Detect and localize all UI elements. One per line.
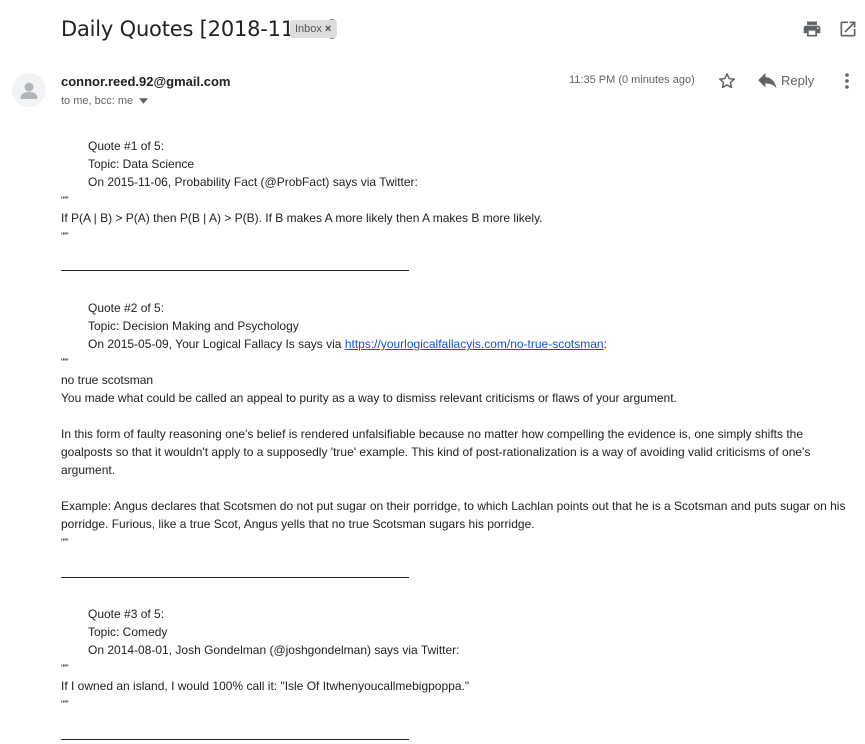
open-in-new-window-icon[interactable]: [838, 19, 858, 39]
recipients-text: to me, bcc: me: [61, 95, 134, 107]
quote-open-mark: """: [61, 663, 69, 673]
reply-icon: [758, 72, 777, 89]
quote-1-text: If P(A | B) > P(A) then P(B | A) > P(B).…: [61, 211, 543, 225]
divider-line: [61, 270, 409, 271]
quote-2-source: On 2015-05-09, Your Logical Fallacy Is s…: [88, 335, 607, 353]
source-prefix: On 2015-05-09, Your Logical Fallacy Is s…: [88, 337, 345, 351]
label-text: Inbox: [295, 23, 322, 35]
reply-button[interactable]: Reply: [757, 72, 814, 90]
quote-open-mark: """: [61, 195, 69, 205]
sender-email[interactable]: connor.reed.92@gmail.com: [61, 74, 230, 89]
remove-label-icon[interactable]: ×: [325, 23, 331, 35]
quote-1-source: On 2015-11-06, Probability Fact (@ProbFa…: [88, 175, 418, 189]
quote-2-line: argument.: [61, 463, 116, 477]
chevron-down-icon[interactable]: [139, 95, 149, 107]
message-time: 11:35 PM (0 minutes ago): [569, 74, 695, 86]
divider-line: [61, 739, 409, 740]
inbox-label-badge[interactable]: Inbox ×: [290, 20, 338, 38]
quote-open-mark: """: [61, 357, 69, 367]
quote-3-source: On 2014-08-01, Josh Gondelman (@joshgond…: [88, 643, 460, 657]
more-vertical-icon[interactable]: [838, 71, 856, 91]
quote-3-header: Quote #3 of 5:: [88, 607, 165, 621]
sender-avatar[interactable]: [12, 73, 46, 107]
quote-1-topic: Topic: Data Science: [88, 157, 195, 171]
quote-3-topic: Topic: Comedy: [88, 625, 168, 639]
avatar-person-icon: [20, 82, 38, 99]
quote-3-text: If I owned an island, I would 100% call …: [61, 679, 470, 693]
source-suffix: :: [603, 337, 607, 351]
quote-2-line: You made what could be called an appeal …: [61, 391, 677, 405]
star-icon[interactable]: [717, 71, 737, 91]
divider-line: [61, 577, 409, 578]
quote-2-line: goalposts so that it wouldn't apply to a…: [61, 445, 811, 459]
quote-2-topic: Topic: Decision Making and Psychology: [88, 319, 299, 333]
quote-2-header: Quote #2 of 5:: [88, 301, 165, 315]
recipients-line[interactable]: to me, bcc: me: [61, 95, 149, 107]
quote-close-mark: """: [61, 699, 69, 709]
print-icon[interactable]: [802, 19, 822, 39]
quote-2-line: porridge. Furious, like a true Scot, Ang…: [61, 517, 535, 531]
source-link[interactable]: https://yourlogicalfallacyis.com/no-true…: [345, 337, 604, 351]
quote-close-mark: """: [61, 537, 69, 547]
reply-label: Reply: [781, 73, 815, 89]
quote-2-line: Example: Angus declares that Scotsmen do…: [61, 499, 846, 513]
quote-2-line: no true scotsman: [61, 373, 154, 387]
quote-2-line: In this form of faulty reasoning one's b…: [61, 427, 804, 441]
quote-1-header: Quote #1 of 5:: [88, 139, 165, 153]
quote-close-mark: """: [61, 231, 69, 241]
